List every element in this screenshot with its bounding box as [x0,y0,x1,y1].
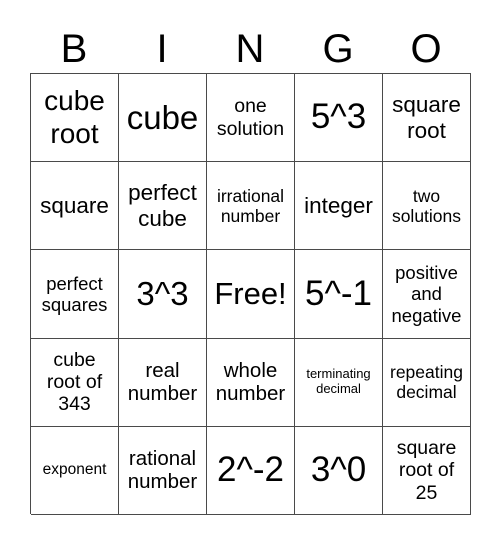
bingo-cell[interactable]: irrational number [207,162,295,251]
cell-text: square [40,192,109,218]
bingo-cell[interactable]: square root of 25 [383,426,471,515]
bingo-cell[interactable]: cube root of 343 [31,338,119,427]
header-letter-g: G [322,27,354,71]
header-letter-n: N [235,27,265,71]
bingo-cell[interactable]: whole number [207,338,295,427]
cell-text: square root of 25 [396,436,457,504]
bingo-cell[interactable]: positive and negative [383,250,471,339]
cell-text: integer [304,192,373,218]
bingo-grid: cube root cube one solution 5^3 square r… [30,73,471,515]
header-letter-i: I [156,27,168,71]
cell-text: 3^3 [136,275,189,312]
cell-text: repeating decimal [390,362,463,403]
cell-text: perfect cube [128,179,197,231]
cell-text: perfect squares [41,272,108,315]
cell-text: 5^-1 [304,273,372,313]
cell-text: two solutions [391,185,462,226]
bingo-cell[interactable]: rational number [119,426,207,515]
cell-text: cube root of 343 [46,348,103,416]
cell-text: irrational number [216,185,285,226]
bingo-cell[interactable]: perfect squares [31,250,119,339]
cell-text: real number [127,358,198,406]
bingo-cell[interactable]: 2^-2 [207,426,295,515]
bingo-cell[interactable]: two solutions [383,162,471,251]
bingo-cell[interactable]: 3^0 [295,426,383,515]
cell-text: square root [392,91,461,143]
cell-text: cube root [44,85,105,149]
bingo-cell[interactable]: square [31,162,119,251]
cell-text: positive and negative [391,262,462,326]
cell-text: rational number [127,446,198,494]
bingo-cell[interactable]: exponent [31,426,119,515]
bingo-cell[interactable]: integer [295,162,383,251]
cell-text: 2^-2 [216,450,284,490]
cell-text: exponent [42,461,107,479]
cell-text: Free! [214,276,287,312]
bingo-cell[interactable]: real number [119,338,207,427]
cell-text: terminating decimal [306,366,371,397]
header-letter-o: O [410,27,442,71]
bingo-cell[interactable]: 3^3 [119,250,207,339]
header-letter-b: B [60,27,88,71]
bingo-cell[interactable]: cube [119,74,207,163]
bingo-cell[interactable]: square root [383,74,471,163]
bingo-cell[interactable]: one solution [207,74,295,163]
bingo-header: B I N G O [30,24,470,74]
bingo-cell[interactable]: 5^-1 [295,250,383,339]
bingo-cell[interactable]: perfect cube [119,162,207,251]
free-space[interactable]: Free! [207,250,295,339]
bingo-cell[interactable]: cube root [31,74,119,163]
cell-text: cube [126,98,199,136]
cell-text: 3^0 [310,450,367,490]
cell-text: whole number [215,358,286,406]
bingo-cell[interactable]: terminating decimal [295,338,383,427]
bingo-cell[interactable]: repeating decimal [383,338,471,427]
cell-text: one solution [216,95,285,140]
bingo-cell[interactable]: 5^3 [295,74,383,163]
cell-text: 5^3 [310,97,367,137]
